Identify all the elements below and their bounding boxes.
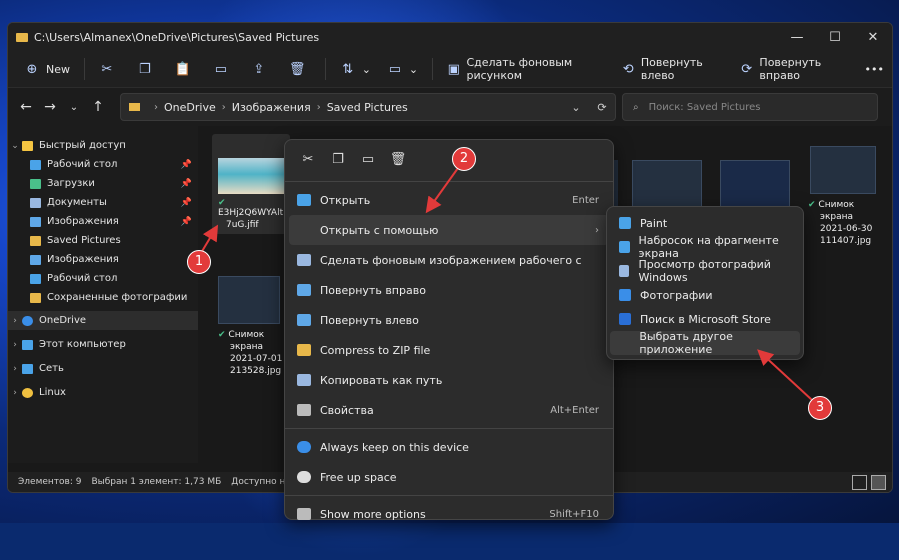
annotation-arrows [197, 167, 813, 401]
arrow-2 [425, 167, 459, 214]
arrow-3 [757, 349, 813, 401]
step-badge-3: 3 [808, 396, 832, 420]
step-badge-1: 1 [187, 250, 211, 274]
step-badge-2: 2 [452, 147, 476, 171]
